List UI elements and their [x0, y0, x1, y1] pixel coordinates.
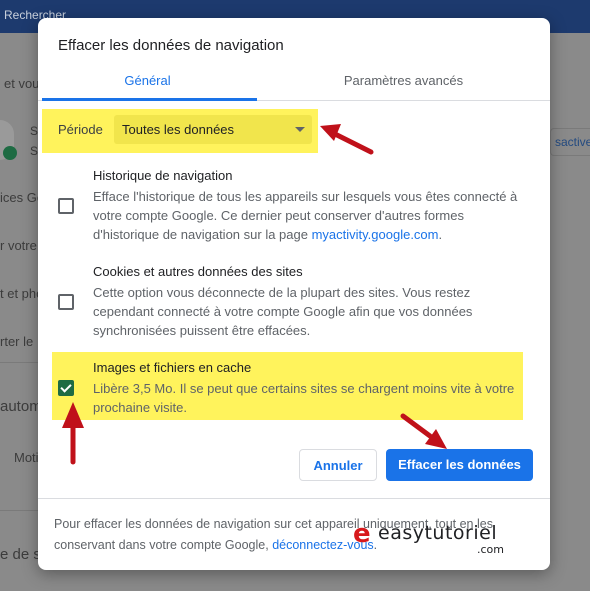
background-text: e de s — [0, 546, 41, 563]
tab-bar: Général Paramètres avancés — [38, 70, 550, 101]
history-checkbox[interactable] — [58, 198, 74, 214]
history-description-text: Efface l'historique de tous les appareil… — [93, 189, 518, 242]
watermark-text: easytutoriel — [378, 522, 498, 544]
clear-browsing-data-dialog: Effacer les données de navigation Généra… — [38, 18, 550, 570]
background-divider — [0, 362, 40, 363]
history-description-end: . — [438, 227, 443, 242]
easytutoriel-watermark: e easytutoriel .com — [353, 519, 508, 556]
cookies-option-title: Cookies et autres données des sites — [93, 264, 303, 279]
period-select[interactable]: Toutes les données — [114, 115, 312, 144]
active-tab-indicator — [42, 98, 257, 101]
background-text: autom — [0, 398, 42, 415]
cookies-checkbox[interactable] — [58, 294, 74, 310]
cookies-option-description: Cette option vous déconnecte de la plupa… — [93, 285, 473, 338]
background-text: rter le — [0, 334, 34, 349]
background-sync-button: sactive — [550, 128, 590, 156]
easytutoriel-logo-mark: e — [353, 519, 371, 549]
background-text: r votre — [0, 238, 37, 253]
dialog-title: Effacer les données de navigation — [58, 37, 284, 54]
tab-advanced[interactable]: Paramètres avancés — [257, 70, 550, 100]
checkmark-icon — [60, 381, 72, 393]
background-text: Moti — [14, 450, 39, 465]
background-divider — [0, 510, 40, 511]
background-text: t et pho — [0, 286, 44, 301]
tab-general[interactable]: Général — [38, 70, 257, 100]
clear-data-button[interactable]: Effacer les données — [386, 449, 533, 481]
cancel-button[interactable]: Annuler — [299, 449, 377, 481]
chevron-down-icon — [295, 127, 305, 132]
watermark-suffix: .com — [477, 543, 504, 556]
background-sync-icon — [3, 146, 17, 160]
background-text: S — [30, 144, 39, 158]
period-select-value: Toutes les données — [122, 122, 235, 137]
background-text: S — [30, 124, 39, 138]
history-option-description: Efface l'historique de tous les appareil… — [93, 187, 533, 244]
period-label: Période — [58, 122, 103, 137]
cache-option-description: Libère 3,5 Mo. Il se peut que certains s… — [93, 381, 515, 415]
background-text: et vou — [4, 76, 40, 91]
history-option-title: Historique de navigation — [93, 168, 233, 183]
myactivity-link[interactable]: myactivity.google.com — [312, 227, 439, 242]
cache-checkbox[interactable] — [58, 380, 74, 396]
cache-option-title: Images et fichiers en cache — [93, 360, 252, 375]
